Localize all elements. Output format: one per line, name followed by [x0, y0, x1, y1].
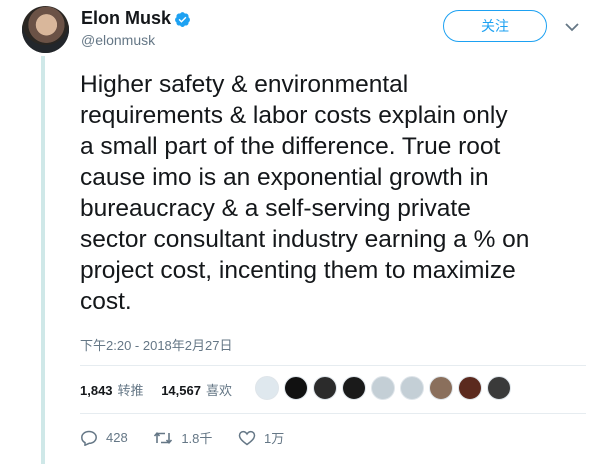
heart-icon — [238, 430, 256, 445]
liker-avatar-4[interactable] — [342, 376, 366, 400]
author-handle[interactable]: @elonmusk — [81, 32, 155, 48]
chevron-down-icon[interactable] — [565, 22, 579, 32]
divider — [80, 365, 586, 366]
likes-stat[interactable]: 14,567 喜欢 — [161, 380, 232, 399]
tweet-actions: 428 1.8千 1万 — [80, 428, 306, 449]
retweets-label: 转推 — [117, 383, 144, 398]
thread-line — [41, 56, 45, 464]
liker-avatars — [255, 376, 516, 402]
retweets-stat[interactable]: 1,843 转推 — [80, 380, 144, 399]
retweet-icon — [154, 431, 173, 444]
liker-avatar-1[interactable] — [255, 376, 279, 400]
liker-avatar-9[interactable] — [487, 376, 511, 400]
like-count: 1万 — [264, 431, 285, 446]
retweet-count: 1.8千 — [181, 431, 213, 446]
reply-button[interactable]: 428 — [80, 430, 128, 446]
verified-badge-icon — [175, 12, 190, 27]
author-name[interactable]: Elon Musk — [81, 8, 171, 29]
likes-count: 14,567 — [161, 383, 201, 398]
reply-icon — [81, 430, 97, 446]
liker-avatar-5[interactable] — [371, 376, 395, 400]
retweet-button[interactable]: 1.8千 — [153, 428, 212, 447]
divider — [80, 413, 586, 414]
liker-avatar-2[interactable] — [284, 376, 308, 400]
likes-label: 喜欢 — [205, 383, 232, 398]
reply-count: 428 — [106, 430, 128, 445]
liker-avatar-6[interactable] — [400, 376, 424, 400]
retweets-count: 1,843 — [80, 383, 113, 398]
liker-avatar-3[interactable] — [313, 376, 337, 400]
tweet-text: Higher safety & environmental requiremen… — [80, 71, 530, 315]
liker-avatar-8[interactable] — [458, 376, 482, 400]
like-button[interactable]: 1万 — [238, 428, 284, 447]
liker-avatar-7[interactable] — [429, 376, 453, 400]
tweet-timestamp[interactable]: 下午2:20 - 2018年2月27日 — [80, 335, 232, 354]
tweet-stats: 1,843 转推 14,567 喜欢 — [80, 380, 246, 399]
follow-button[interactable]: 关注 — [443, 10, 547, 42]
author-avatar[interactable] — [22, 6, 69, 53]
